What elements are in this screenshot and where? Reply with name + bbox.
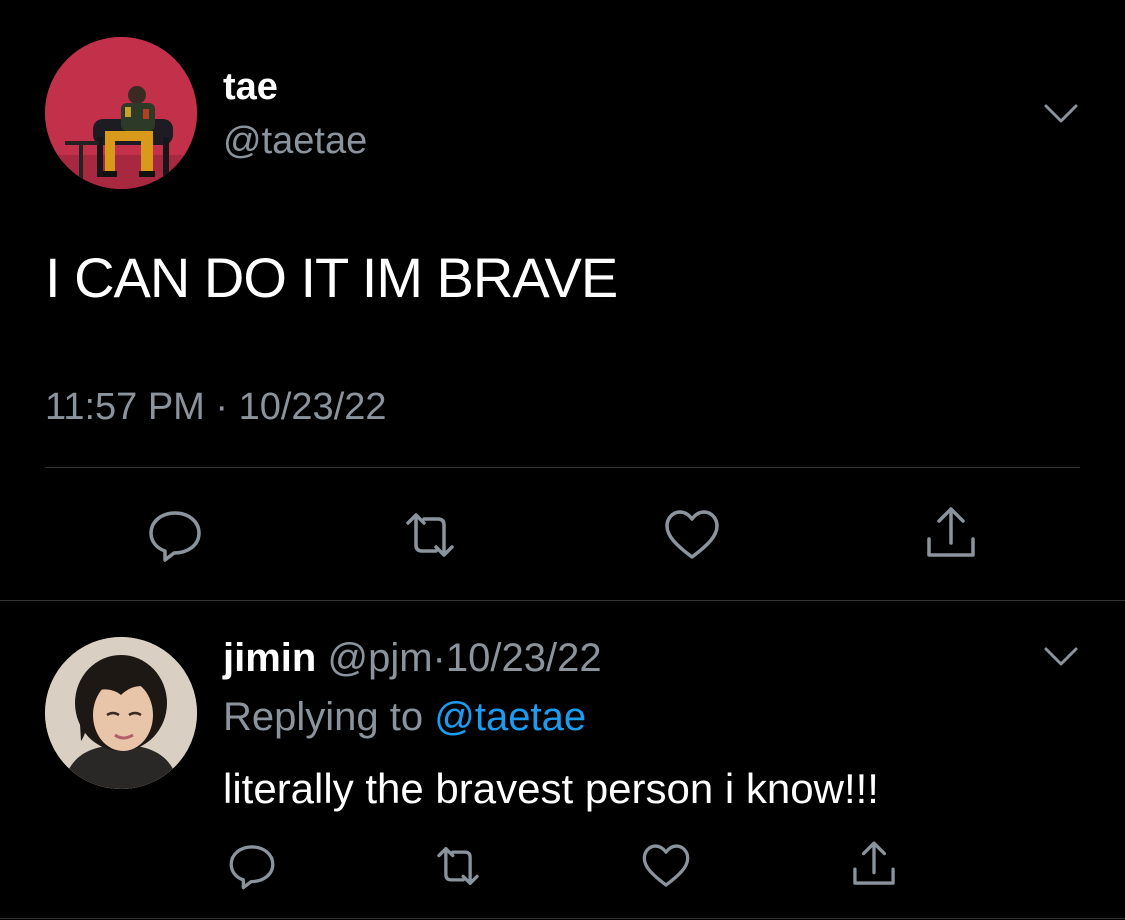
chevron-down-icon[interactable] <box>1044 646 1078 668</box>
replying-to-label: Replying to <box>223 695 424 739</box>
retweet-icon[interactable] <box>432 840 484 892</box>
tweet-separator <box>0 600 1125 601</box>
reply-icon[interactable] <box>145 505 205 565</box>
share-icon[interactable] <box>921 503 981 563</box>
reply-handle[interactable]: @pjm <box>327 636 432 680</box>
avatar-photo <box>45 637 197 789</box>
tae-avatar[interactable] <box>45 37 197 189</box>
replying-to-mention-link[interactable]: @taetae <box>434 695 586 739</box>
reply-separator: · <box>432 636 446 680</box>
divider <box>0 918 1125 919</box>
reply-display-name[interactable]: jimin <box>223 636 316 680</box>
like-icon[interactable] <box>640 840 692 892</box>
divider <box>45 467 1080 468</box>
replying-to-line: Replying to @taetae <box>223 693 586 741</box>
reply-icon[interactable] <box>226 840 278 892</box>
like-icon[interactable] <box>662 505 722 565</box>
chevron-down-icon[interactable] <box>1044 103 1078 125</box>
share-icon[interactable] <box>848 838 900 890</box>
reply-date[interactable]: 10/23/22 <box>446 636 602 680</box>
tweet-handle[interactable]: @taetae <box>223 118 367 164</box>
tweet-text: I CAN DO IT IM BRAVE <box>45 246 618 309</box>
reply-text: literally the bravest person i know!!! <box>223 765 879 812</box>
retweet-icon[interactable] <box>400 505 460 565</box>
reply-header: jimin @pjm·10/23/22 <box>223 634 602 682</box>
tweet-display-name[interactable]: tae <box>223 64 278 110</box>
tweet-timestamp[interactable]: 11:57 PM · 10/23/22 <box>45 384 387 430</box>
jimin-avatar[interactable] <box>45 637 197 789</box>
avatar-photo <box>45 37 197 189</box>
